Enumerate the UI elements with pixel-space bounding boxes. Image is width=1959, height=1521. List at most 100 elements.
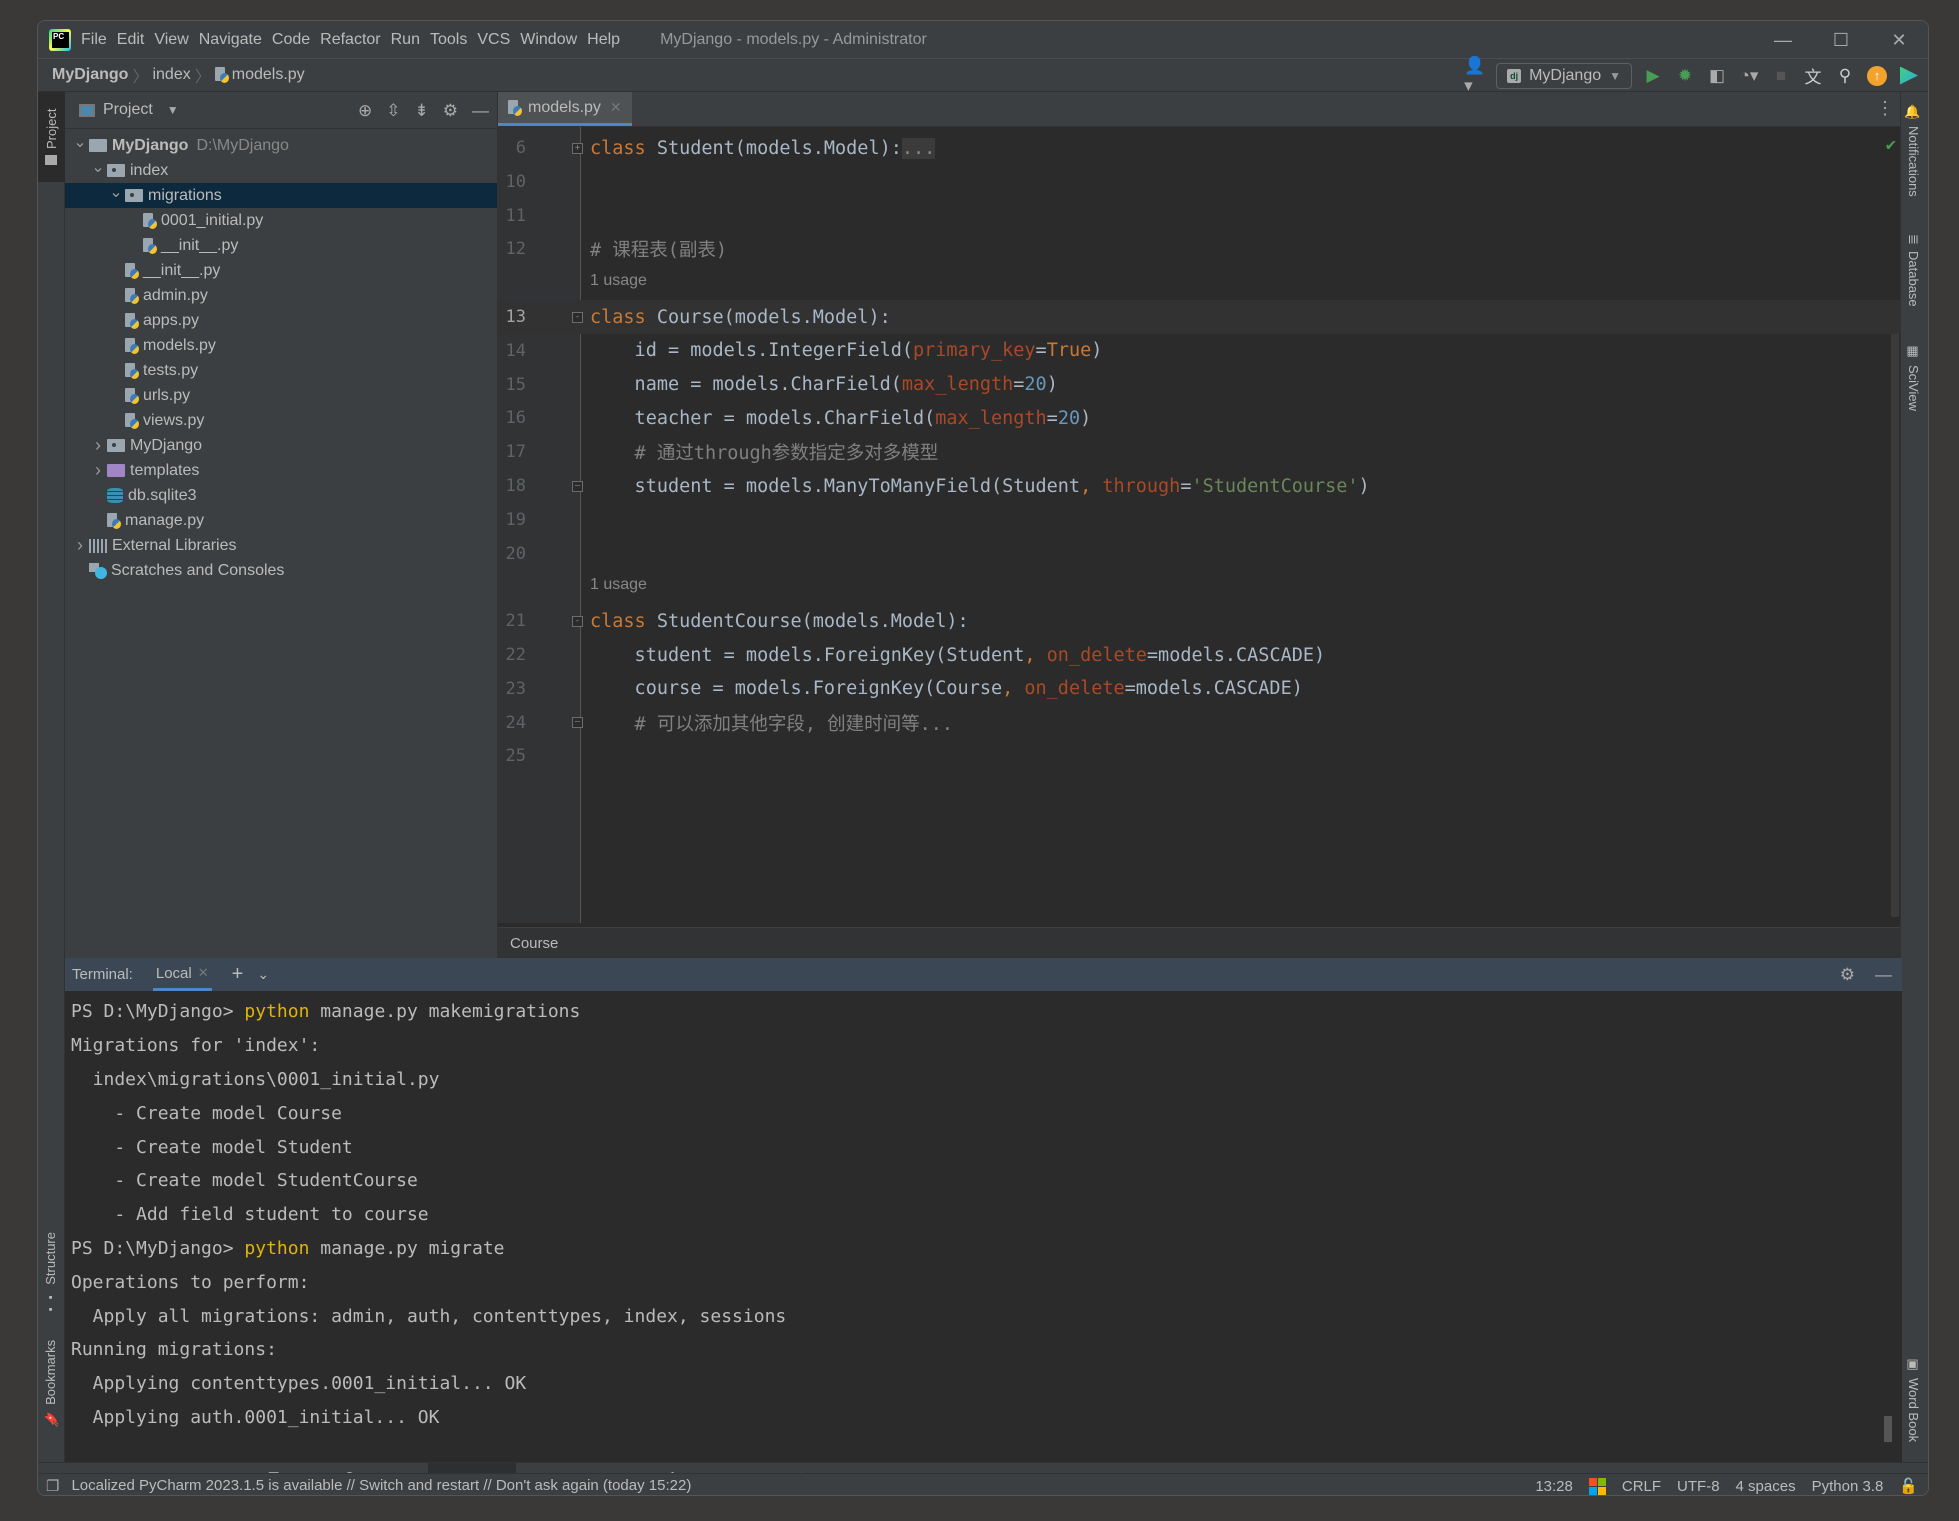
run-configuration-select[interactable]: dj MyDjango ▼ xyxy=(1496,62,1632,89)
menu-item-vcs[interactable]: VCS xyxy=(477,31,510,48)
gear-icon[interactable]: ⚙ xyxy=(1840,965,1855,985)
wordbook-tool-tab[interactable]: ▣ Word Book xyxy=(1906,1357,1921,1442)
menu-item-file[interactable]: File xyxy=(81,31,107,48)
menu-item-code[interactable]: Code xyxy=(272,31,310,48)
sciview-tool-tab[interactable]: ▦ SciView xyxy=(1906,344,1921,411)
menu-item-view[interactable]: View xyxy=(154,31,188,48)
project-panel-title[interactable]: Project xyxy=(103,101,153,119)
vcs-user-icon[interactable]: 👤▾ xyxy=(1464,56,1486,95)
code-line[interactable]: 24 – # 可以添加其他字段, 创建时间等... xyxy=(498,706,1902,740)
close-tab-icon[interactable]: ✕ xyxy=(198,965,209,981)
tree-item[interactable]: models.py xyxy=(65,333,497,358)
code-line[interactable]: 25 xyxy=(498,739,1902,773)
menu-item-run[interactable]: Run xyxy=(391,31,420,48)
chevron-down-icon[interactable]: ⌄ xyxy=(257,966,269,983)
minimize-button[interactable]: — xyxy=(1754,21,1812,59)
menu-item-navigate[interactable]: Navigate xyxy=(199,31,262,48)
tree-item[interactable]: admin.py xyxy=(65,283,497,308)
code-line[interactable]: 16 teacher = models.CharField(max_length… xyxy=(498,401,1902,435)
usage-hint[interactable]: 1 usage xyxy=(590,576,647,594)
code-area[interactable]: ✔ 6 + class Student(models.Model):... 10 11 1… xyxy=(498,127,1902,923)
close-button[interactable]: ✕ xyxy=(1870,21,1928,59)
breadcrumb-class[interactable]: Course xyxy=(510,935,558,952)
gear-icon[interactable]: ⚙ xyxy=(443,101,458,121)
breadcrumb-file[interactable]: models.py xyxy=(232,66,305,84)
chevron-right-icon[interactable]: › xyxy=(71,535,89,556)
python-interpreter[interactable]: Python 3.8 xyxy=(1812,1478,1884,1495)
structure-tool-tab[interactable]: ▪▪ Structure xyxy=(43,1232,58,1315)
debug-icon[interactable]: ✹ xyxy=(1674,65,1696,87)
more-options-icon[interactable]: ⋮ xyxy=(1876,98,1894,119)
hide-icon[interactable]: — xyxy=(472,101,489,121)
chevron-down-icon[interactable]: ▼ xyxy=(167,103,179,117)
tree-item[interactable]: views.py xyxy=(65,408,497,433)
tree-item[interactable]: db.sqlite3 xyxy=(65,483,497,508)
tree-item[interactable]: tests.py xyxy=(65,358,497,383)
chevron-down-icon[interactable]: ⌄ xyxy=(71,132,89,152)
layout-icon[interactable]: ❐ xyxy=(46,1477,59,1495)
tree-item[interactable]: urls.py xyxy=(65,383,497,408)
database-tool-tab[interactable]: ≣ Database xyxy=(1906,234,1921,307)
code-line[interactable]: 20 xyxy=(498,537,1902,571)
chevron-right-icon[interactable]: › xyxy=(89,435,107,456)
run-icon[interactable]: ▶ xyxy=(1642,65,1664,87)
code-line[interactable]: 22 student = models.ForeignKey(Student, … xyxy=(498,638,1902,672)
menu-item-help[interactable]: Help xyxy=(587,31,620,48)
chevron-right-icon[interactable]: › xyxy=(89,460,107,481)
tree-item[interactable]: › External Libraries xyxy=(65,533,497,558)
tree-item[interactable]: __init__.py xyxy=(65,258,497,283)
collapse-all-icon[interactable]: ⇟ xyxy=(415,101,429,121)
locate-icon[interactable]: ⊕ xyxy=(358,101,372,121)
unlock-icon[interactable]: 🔓 xyxy=(1899,1477,1918,1495)
stop-icon[interactable]: ■ xyxy=(1770,65,1792,87)
code-line[interactable]: 11 xyxy=(498,199,1902,233)
file-encoding[interactable]: UTF-8 xyxy=(1677,1478,1720,1495)
menu-item-window[interactable]: Window xyxy=(520,31,577,48)
expand-all-icon[interactable]: ⇳ xyxy=(386,101,400,121)
new-terminal-icon[interactable]: + xyxy=(232,963,244,986)
cursor-position[interactable]: 13:28 xyxy=(1535,1478,1573,1495)
fold-collapse-icon[interactable]: – xyxy=(572,717,583,729)
code-line[interactable]: 15 name = models.CharField(max_length=20… xyxy=(498,368,1902,402)
usage-hint[interactable]: 1 usage xyxy=(590,272,647,290)
status-message[interactable]: Localized PyCharm 2023.1.5 is available … xyxy=(71,1477,691,1494)
breadcrumb-root[interactable]: MyDjango xyxy=(52,66,128,84)
line-separator[interactable]: CRLF xyxy=(1622,1478,1661,1495)
code-line[interactable]: 21 - class StudentCourse(models.Model): xyxy=(498,604,1902,638)
notifications-tool-tab[interactable]: 🔔 Notifications xyxy=(1906,104,1921,197)
tree-item[interactable]: manage.py xyxy=(65,508,497,533)
fold-collapse-icon[interactable]: – xyxy=(572,480,583,492)
code-line[interactable]: 14 id = models.IntegerField(primary_key=… xyxy=(498,334,1902,368)
terminal-scrollbar[interactable] xyxy=(1884,1416,1892,1442)
update-icon[interactable]: ↑ xyxy=(1866,65,1888,87)
code-line[interactable]: 19 xyxy=(498,503,1902,537)
profile-icon[interactable]: ◔▾ xyxy=(1738,65,1760,87)
tree-item[interactable]: 0001_initial.py xyxy=(65,208,497,233)
chevron-down-icon[interactable]: ⌄ xyxy=(107,182,125,202)
code-line[interactable]: 12 # 课程表(副表) xyxy=(498,232,1902,266)
search-icon[interactable]: ⚲ xyxy=(1834,65,1856,87)
hide-icon[interactable]: — xyxy=(1875,965,1892,985)
editor-tab-models[interactable]: models.py ✕ xyxy=(498,92,632,126)
tree-item[interactable]: Scratches and Consoles xyxy=(65,558,497,583)
terminal-tab-local[interactable]: Local ✕ xyxy=(152,958,212,991)
maximize-button[interactable]: ☐ xyxy=(1812,21,1870,59)
fold-collapse-icon[interactable]: - xyxy=(572,311,583,323)
code-line[interactable]: 10 xyxy=(498,165,1902,199)
code-line[interactable]: 17 # 通过through参数指定多对多模型 xyxy=(498,435,1902,469)
tree-item[interactable]: › templates xyxy=(65,458,497,483)
menu-item-tools[interactable]: Tools xyxy=(430,31,467,48)
close-tab-icon[interactable]: ✕ xyxy=(610,99,622,116)
fold-collapse-icon[interactable]: - xyxy=(572,615,583,627)
toolbox-icon[interactable] xyxy=(1898,65,1920,87)
menu-item-edit[interactable]: Edit xyxy=(117,31,145,48)
code-line[interactable]: 18 – student = models.ManyToManyField(Stu… xyxy=(498,469,1902,503)
tree-item[interactable]: ⌄ migrations xyxy=(65,183,497,208)
tree-item[interactable]: ⌄ MyDjango D:\MyDjango xyxy=(65,133,497,158)
terminal-output[interactable]: PS D:\MyDjango> python manage.py makemig… xyxy=(65,991,1902,1462)
breadcrumb-folder[interactable]: index xyxy=(152,66,190,84)
code-line[interactable]: 6 + class Student(models.Model):... xyxy=(498,131,1902,165)
coverage-icon[interactable]: ◧ xyxy=(1706,65,1728,87)
project-tool-tab[interactable]: Project xyxy=(38,92,65,182)
tree-item[interactable]: ⌄ index xyxy=(65,158,497,183)
